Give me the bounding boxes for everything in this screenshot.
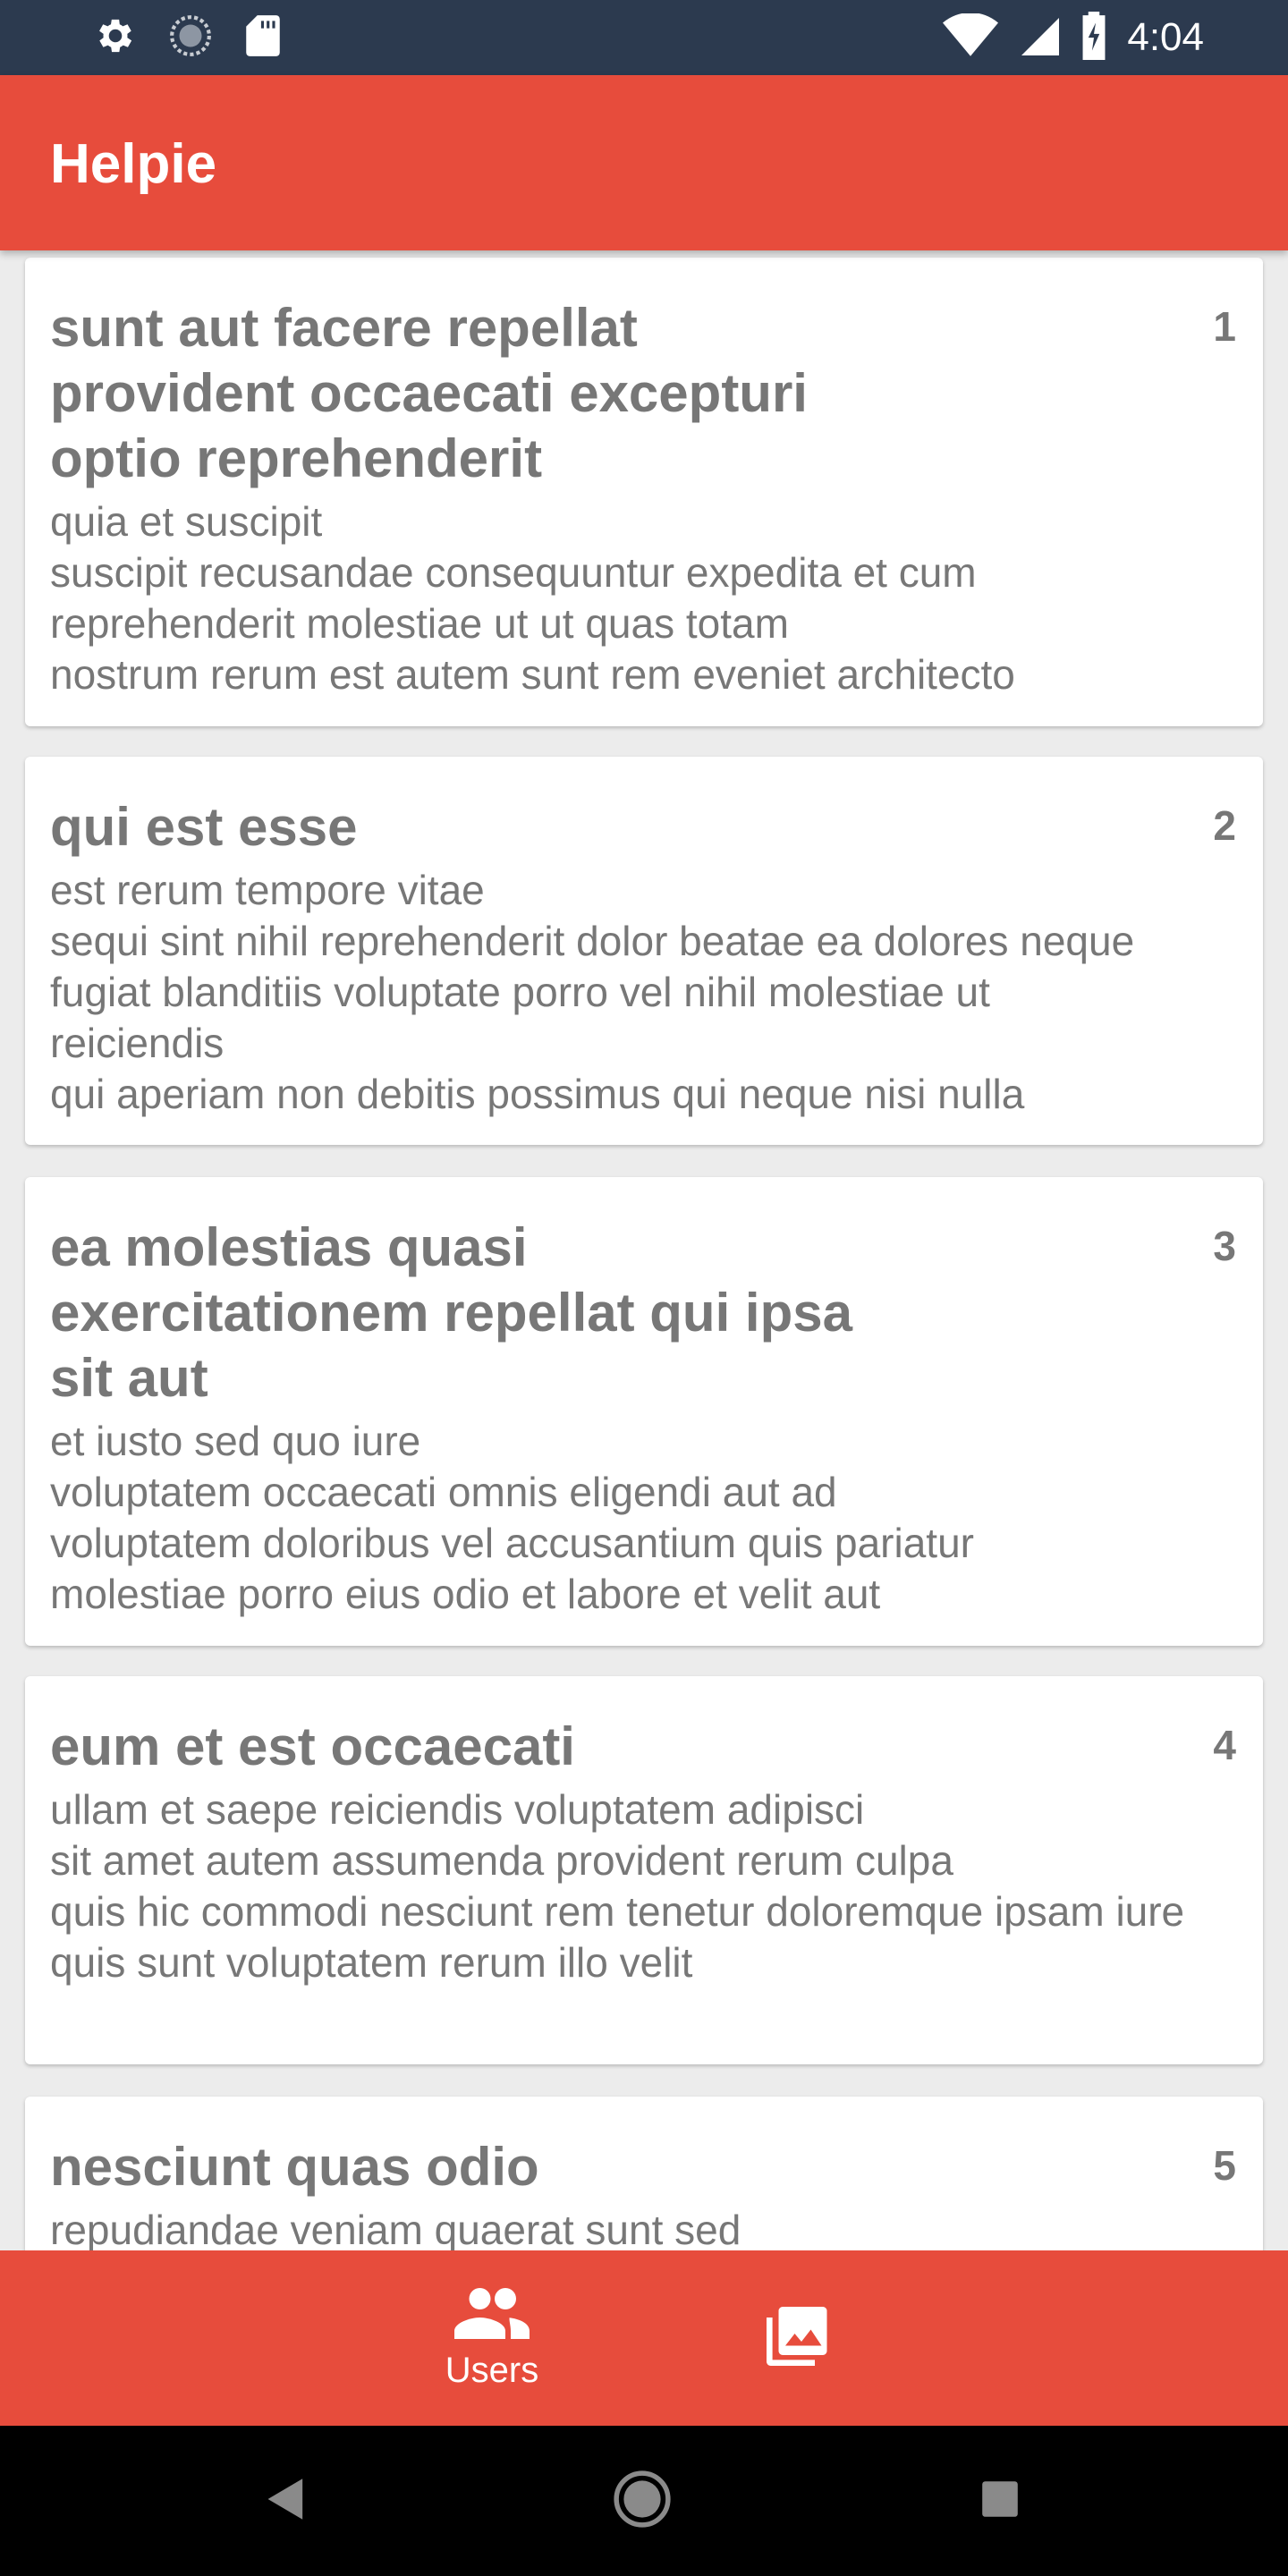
sd-card-icon xyxy=(243,13,283,63)
post-body-line: quia et suscipit xyxy=(50,498,323,545)
post-body: quia et suscipit suscipit recusandae con… xyxy=(50,496,1238,700)
post-title: nesciunt quas odio xyxy=(50,2137,539,2197)
home-icon xyxy=(613,2470,672,2533)
nav-users-label: Users xyxy=(445,2351,539,2390)
status-icons-right: 4:04 xyxy=(943,11,1204,64)
status-time: 4:04 xyxy=(1127,15,1204,59)
post-body-line: nostrum rerum est autem sunt rem eveniet… xyxy=(50,651,1015,698)
battery-icon xyxy=(1080,11,1107,64)
screen: 4:04 Helpie sunt aut facere repellat pro… xyxy=(0,0,1288,2576)
signal-icon xyxy=(1018,14,1061,62)
app-title: Helpie xyxy=(50,133,217,195)
post-list[interactable]: sunt aut facere repellat provident occae… xyxy=(0,250,1288,2250)
wifi-icon xyxy=(943,12,999,63)
post-body-line: reprehenderit molestiae ut ut quas totam xyxy=(50,600,789,647)
recents-icon xyxy=(980,2479,1020,2523)
people-icon xyxy=(454,2285,530,2343)
post-body-line: suscipit recusandae consequuntur expedit… xyxy=(50,549,977,596)
post-body-line: voluptatem doloribus vel accusantium qui… xyxy=(50,1520,974,1566)
status-icons-left xyxy=(93,14,283,61)
post-id: 1 xyxy=(1213,303,1236,350)
post-id: 4 xyxy=(1213,1722,1236,1768)
post-title: sunt aut facere repellat provident occae… xyxy=(50,298,808,488)
recents-button[interactable] xyxy=(970,2470,1030,2531)
back-button[interactable] xyxy=(256,2470,317,2531)
post-title: eum et est occaecati xyxy=(50,1716,575,1776)
nav-users-tab[interactable]: Users xyxy=(385,2250,599,2426)
post-body-line: sequi sint nihil reprehenderit dolor bea… xyxy=(50,918,1135,964)
post-body-line: sit amet autem assumenda provident rerum… xyxy=(50,1837,953,1884)
post-body: ullam et saepe reiciendis voluptatem adi… xyxy=(50,1784,1238,1988)
nav-gallery-tab[interactable] xyxy=(689,2250,903,2426)
system-nav-bar xyxy=(0,2426,1288,2576)
post-title: qui est esse xyxy=(50,797,358,857)
post-body-line: qui aperiam non debitis possimus qui neq… xyxy=(50,1071,1025,1117)
post-body-line: et iusto sed quo iure xyxy=(50,1418,421,1464)
post-card[interactable]: eum et est occaecati 4 ullam et saepe re… xyxy=(25,1676,1263,2064)
settings-icon xyxy=(93,13,138,63)
photo-library-icon xyxy=(764,2304,828,2373)
bottom-nav: Users xyxy=(0,2250,1288,2426)
post-card[interactable]: sunt aut facere repellat provident occae… xyxy=(25,258,1263,726)
post-body-line: fugiat blanditiis voluptate porro vel ni… xyxy=(50,969,990,1066)
post-id: 3 xyxy=(1213,1223,1236,1269)
sync-icon xyxy=(168,13,213,63)
post-body: repudiandae veniam quaerat sunt sed xyxy=(50,2205,1238,2250)
post-body-line: repudiandae veniam quaerat sunt sed xyxy=(50,2207,741,2250)
status-bar: 4:04 xyxy=(0,0,1288,75)
post-title: ea molestias quasi exercitationem repell… xyxy=(50,1217,852,1408)
post-card[interactable]: qui est esse 2 est rerum tempore vitae s… xyxy=(25,757,1263,1145)
post-card[interactable]: nesciunt quas odio 5 repudiandae veniam … xyxy=(25,2097,1263,2250)
post-body-line: quis sunt voluptatem rerum illo velit xyxy=(50,1939,693,1986)
app-bar: Helpie xyxy=(0,75,1288,250)
post-body-line: molestiae porro eius odio et labore et v… xyxy=(50,1571,881,1617)
post-body-line: est rerum tempore vitae xyxy=(50,867,485,913)
post-body-line: voluptatem occaecati omnis eligendi aut … xyxy=(50,1469,837,1515)
post-body: et iusto sed quo iure voluptatem occaeca… xyxy=(50,1416,1238,1620)
back-icon xyxy=(266,2477,307,2526)
post-card[interactable]: ea molestias quasi exercitationem repell… xyxy=(25,1177,1263,1646)
home-button[interactable] xyxy=(612,2470,673,2531)
post-id: 2 xyxy=(1213,802,1236,849)
post-body-line: quis hic commodi nesciunt rem tenetur do… xyxy=(50,1888,1185,1935)
post-body: est rerum tempore vitae sequi sint nihil… xyxy=(50,865,1238,1120)
post-body-line: ullam et saepe reiciendis voluptatem adi… xyxy=(50,1786,865,1833)
post-id: 5 xyxy=(1213,2142,1236,2189)
